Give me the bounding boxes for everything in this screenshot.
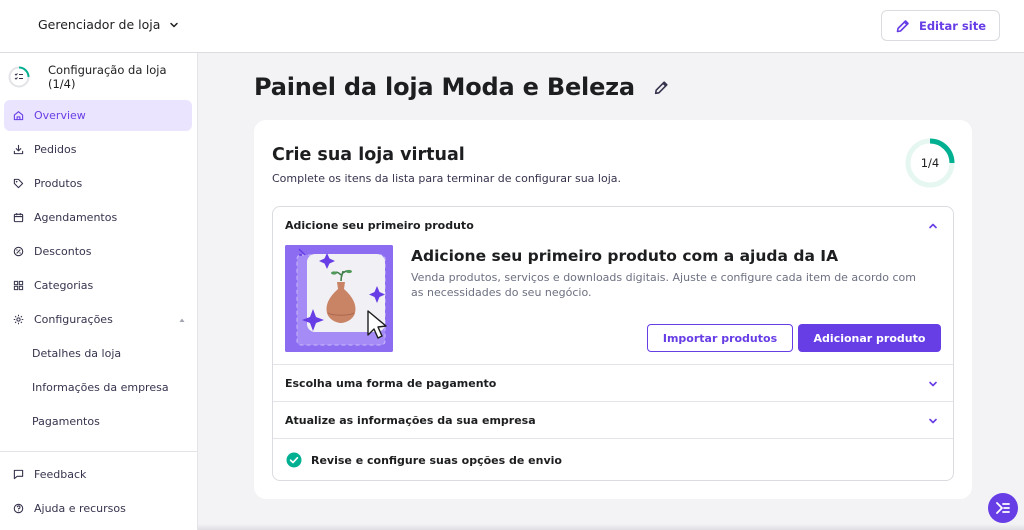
edit-site-label: Editar site	[918, 18, 987, 33]
sidebar-item-label: Ajuda e recursos	[34, 502, 126, 515]
step-label: Escolha uma forma de pagamento	[285, 377, 497, 390]
edit-title-pencil-icon[interactable]	[653, 79, 670, 96]
pencil-icon	[896, 19, 909, 32]
setup-progress-ring	[8, 66, 30, 88]
store-manager-dropdown[interactable]: Gerenciador de loja	[38, 17, 180, 32]
expanded-step-description: Venda produtos, serviços e downloads dig…	[411, 271, 916, 299]
step-payment-header[interactable]: Escolha uma forma de pagamento	[273, 365, 953, 402]
sidebar-divider	[0, 451, 198, 452]
sidebar-subitem-pagamentos[interactable]: Pagamentos	[4, 406, 192, 437]
setup-label: Configuração da loja (1/4)	[48, 63, 167, 91]
step-label: Atualize as informações da sua empresa	[285, 414, 536, 427]
sidebar-item-configuracoes[interactable]: Configurações	[4, 304, 192, 335]
step-shipping-header[interactable]: Revise e configure suas opções de envio	[273, 439, 953, 481]
step-company-info-header[interactable]: Atualize as informações da sua empresa	[273, 402, 953, 439]
chat-icon	[13, 469, 24, 480]
chevron-down-icon	[170, 22, 179, 27]
home-icon	[13, 111, 24, 121]
sidebar-subitem-label: Detalhes da loja	[32, 347, 122, 360]
sidebar-item-descontos[interactable]: Descontos	[4, 236, 192, 267]
calendar-icon	[13, 213, 24, 223]
add-product-button[interactable]: Adicionar produto	[798, 324, 941, 352]
sidebar-item-ajuda[interactable]: Ajuda e recursos	[4, 493, 192, 524]
edit-site-button[interactable]: Editar site	[881, 10, 1000, 41]
chevron-up-icon	[929, 223, 937, 229]
expanded-step-title: Adicione seu primeiro produto com a ajud…	[411, 247, 839, 265]
sidebar-subitem-label: Pagamentos	[32, 415, 100, 428]
sidebar-item-pedidos[interactable]: Pedidos	[4, 134, 192, 165]
sidebar-item-label: Categorias	[34, 279, 94, 292]
sidebar-item-label: Produtos	[34, 177, 83, 190]
product-illustration	[285, 245, 393, 352]
sidebar-item-label: Overview	[34, 109, 86, 122]
setup-card: Crie sua loja virtual Complete os itens …	[254, 120, 972, 499]
sidebar-subitem-informacoes-da-empresa[interactable]: Informações da empresa	[4, 372, 192, 403]
ai-assistant-button[interactable]	[988, 493, 1018, 523]
page-bottom-edge	[198, 524, 1024, 530]
step-label: Revise e configure suas opções de envio	[311, 453, 562, 467]
step-label: Adicione seu primeiro produto	[285, 219, 474, 232]
discount-icon	[13, 246, 24, 257]
sidebar-subitem-label: Informações da empresa	[32, 381, 169, 394]
assistant-icon	[996, 502, 1010, 514]
caret-up-icon	[179, 318, 185, 322]
store-manager-label: Gerenciador de loja	[38, 17, 161, 32]
page-title: Painel da loja Moda e Beleza	[254, 73, 635, 101]
grid-icon	[13, 280, 24, 291]
sidebar-item-label: Descontos	[34, 245, 92, 258]
help-icon	[13, 503, 24, 514]
import-products-button[interactable]: Importar produtos	[647, 324, 793, 352]
download-icon	[13, 144, 24, 155]
setup-progress-circle: 1/4	[904, 137, 956, 189]
store-setup-progress[interactable]: Configuração da loja (1/4)	[8, 63, 197, 91]
sidebar-item-label: Agendamentos	[34, 211, 118, 224]
top-bar: Gerenciador de loja Editar site	[0, 0, 1024, 53]
sidebar-item-feedback[interactable]: Feedback	[4, 459, 192, 490]
chevron-down-icon	[929, 418, 937, 424]
tag-icon	[13, 178, 24, 189]
card-subtitle: Complete os itens da lista para terminar…	[272, 172, 621, 185]
sidebar-nav: Overview Pedidos Produtos Agendamentos D…	[4, 100, 192, 440]
sidebar-item-label: Pedidos	[34, 143, 77, 156]
vase-illustration	[285, 245, 393, 352]
card-title: Crie sua loja virtual	[272, 145, 465, 165]
sidebar-item-produtos[interactable]: Produtos	[4, 168, 192, 199]
sidebar-subitem-detalhes-da-loja[interactable]: Detalhes da loja	[4, 338, 192, 369]
sidebar-bottom-nav: Feedback Ajuda e recursos	[4, 459, 192, 527]
gear-icon	[13, 314, 24, 325]
sidebar-item-categorias[interactable]: Categorias	[4, 270, 192, 301]
chevron-down-icon	[929, 381, 937, 387]
check-circle-icon	[286, 452, 302, 468]
setup-checklist: Adicione seu primeiro produto Adicione s…	[272, 206, 954, 481]
sidebar-item-label: Configurações	[34, 313, 113, 326]
sidebar-item-agendamentos[interactable]: Agendamentos	[4, 202, 192, 233]
step-add-product-header[interactable]: Adicione seu primeiro produto	[273, 207, 953, 244]
page-title-row: Painel da loja Moda e Beleza	[254, 73, 670, 101]
progress-text: 1/4	[920, 156, 940, 170]
checklist-icon	[8, 66, 30, 88]
sidebar-item-overview[interactable]: Overview	[4, 100, 192, 131]
sidebar-item-label: Feedback	[34, 468, 87, 481]
sidebar: Configuração da loja (1/4) Overview Pedi…	[0, 53, 198, 530]
